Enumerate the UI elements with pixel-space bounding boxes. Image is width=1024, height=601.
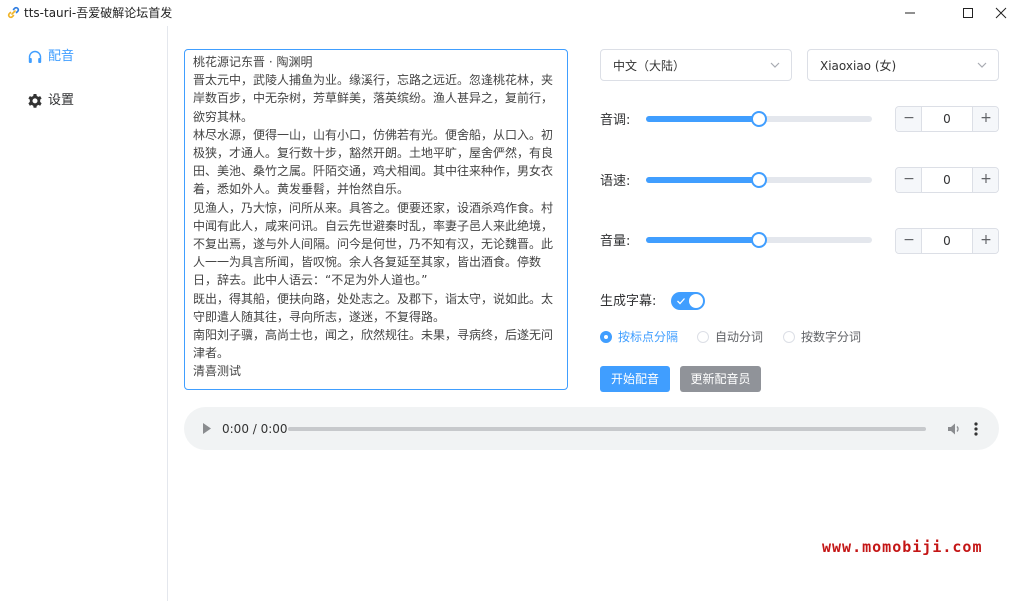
rate-slider-fill	[646, 177, 759, 183]
text-input-area[interactable]: 桃花源记东晋 · 陶渊明 晋太元中，武陵人捕鱼为业。缘溪行，忘路之远近。忽逢桃花…	[184, 49, 568, 390]
window-title: tts-tauri-吾爱破解论坛首发	[24, 6, 173, 20]
volume-slider[interactable]	[646, 232, 872, 248]
volume-slider-handle[interactable]	[751, 232, 767, 248]
volume-icon[interactable]	[946, 421, 962, 437]
plus-icon: +	[980, 110, 992, 126]
start-dubbing-button[interactable]: 开始配音	[600, 366, 670, 392]
pitch-slider[interactable]	[646, 111, 872, 127]
volume-stepper[interactable]: − 0 +	[895, 228, 999, 254]
pitch-value[interactable]: 0	[922, 112, 972, 126]
maximize-icon	[963, 8, 973, 18]
radio-label: 自动分词	[715, 330, 764, 344]
subtitle-toggle[interactable]	[671, 292, 705, 310]
minimize-button[interactable]	[887, 0, 933, 26]
update-voices-button[interactable]: 更新配音员	[680, 366, 761, 392]
sidebar-item-label: 配音	[48, 49, 75, 64]
play-icon[interactable]	[201, 422, 213, 435]
headphones-icon	[28, 50, 42, 63]
plus-icon: +	[980, 232, 992, 248]
subtitle-label: 生成字幕:	[600, 294, 657, 309]
volume-label: 音量:	[600, 234, 631, 249]
playback-progress-bar[interactable]	[288, 427, 926, 431]
pitch-increase-button[interactable]: +	[972, 107, 998, 131]
plus-icon: +	[980, 171, 992, 187]
radio-split-number[interactable]: 按数字分词	[783, 329, 863, 345]
volume-slider-fill	[646, 237, 759, 243]
chevron-down-icon	[977, 62, 987, 68]
radio-label: 按标点分隔	[618, 330, 679, 344]
close-button[interactable]	[978, 0, 1024, 26]
radio-dot	[600, 331, 612, 343]
check-icon	[677, 298, 685, 305]
volume-increase-button[interactable]: +	[972, 229, 998, 253]
rate-value[interactable]: 0	[922, 173, 972, 187]
pitch-decrease-button[interactable]: −	[896, 107, 922, 131]
minus-icon: −	[903, 171, 915, 187]
audio-player: 0:00 / 0:00	[184, 407, 999, 450]
minus-icon: −	[903, 110, 915, 126]
minus-icon: −	[903, 232, 915, 248]
volume-value[interactable]: 0	[922, 234, 972, 248]
radio-split-auto[interactable]: 自动分词	[697, 329, 767, 345]
radio-label: 按数字分词	[801, 330, 862, 344]
close-icon	[995, 7, 1007, 19]
rate-label: 语速:	[600, 174, 631, 189]
rate-stepper[interactable]: − 0 +	[895, 167, 999, 193]
sidebar-item-label: 设置	[48, 93, 75, 108]
chevron-down-icon	[770, 62, 780, 68]
radio-split-punctuation[interactable]: 按标点分隔	[600, 329, 680, 345]
sidebar-item-dubbing[interactable]: 配音	[0, 40, 167, 74]
radio-dot	[697, 331, 709, 343]
toggle-knob	[689, 294, 703, 308]
title-bar: tts-tauri-吾爱破解论坛首发	[0, 0, 1024, 26]
watermark-text: www.momobiji.com	[822, 538, 983, 556]
sidebar-item-settings[interactable]: 设置	[0, 84, 167, 118]
rate-slider-handle[interactable]	[751, 172, 767, 188]
language-select-value: 中文（大陆）	[613, 59, 686, 73]
pitch-slider-fill	[646, 116, 759, 122]
rate-increase-button[interactable]: +	[972, 168, 998, 192]
rate-decrease-button[interactable]: −	[896, 168, 922, 192]
pitch-label: 音调:	[600, 113, 631, 128]
voice-select-value: Xiaoxiao (女)	[820, 59, 897, 73]
gear-icon	[28, 94, 42, 108]
more-options-icon[interactable]	[974, 421, 978, 437]
link-icon	[7, 6, 20, 19]
volume-decrease-button[interactable]: −	[896, 229, 922, 253]
rate-slider[interactable]	[646, 172, 872, 188]
minimize-icon	[905, 12, 915, 14]
voice-select[interactable]: Xiaoxiao (女)	[807, 49, 999, 81]
language-select[interactable]: 中文（大陆）	[600, 49, 792, 81]
pitch-slider-handle[interactable]	[751, 111, 767, 127]
radio-dot	[783, 331, 795, 343]
pitch-stepper[interactable]: − 0 +	[895, 106, 999, 132]
playback-time: 0:00 / 0:00	[222, 422, 288, 436]
sidebar: 配音 设置	[0, 26, 168, 601]
